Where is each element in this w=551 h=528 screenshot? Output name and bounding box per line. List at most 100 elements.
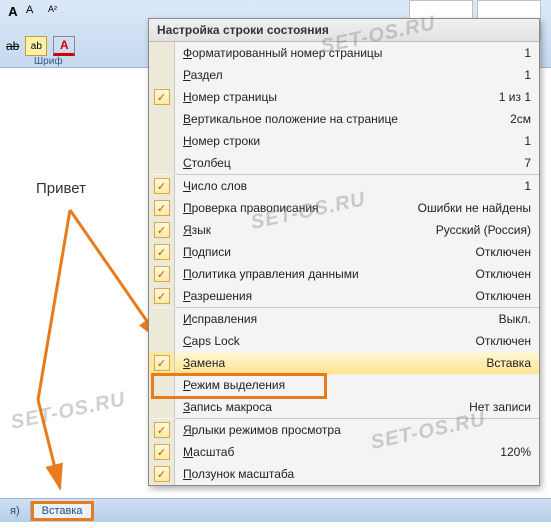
menu-title: Настройка строки состояния bbox=[149, 19, 539, 42]
menu-item[interactable]: ✓ Политика управления данными Отключен bbox=[149, 263, 539, 285]
menu-item-gutter: ✓ bbox=[149, 86, 175, 108]
ribbon-top-icons: A A A² bbox=[4, 4, 66, 22]
menu-item[interactable]: ✓ Ярлыки режимов просмотра bbox=[149, 419, 539, 441]
superscript-icon[interactable]: A² bbox=[48, 4, 66, 22]
menu-item[interactable]: ✓ Замена Вставка bbox=[149, 352, 539, 374]
menu-item-gutter: ✓ bbox=[149, 175, 175, 197]
menu-item-gutter bbox=[149, 130, 175, 152]
menu-item-value: Вставка bbox=[486, 356, 539, 370]
menu-item-gutter bbox=[149, 330, 175, 352]
menu-item-label: Исправления bbox=[175, 312, 257, 326]
menu-item[interactable]: ✓ Подписи Отключен bbox=[149, 241, 539, 263]
menu-item-value: Нет записи bbox=[469, 400, 539, 414]
menu-item-label: Разрешения bbox=[175, 289, 252, 303]
check-icon: ✓ bbox=[154, 222, 170, 238]
strike-icon[interactable]: ab bbox=[6, 39, 19, 53]
menu-item[interactable]: Запись макросаНет записи bbox=[149, 396, 539, 418]
font-group-label: Шриф bbox=[34, 56, 63, 67]
menu-item-label: Масштаб bbox=[175, 445, 234, 459]
menu-item-gutter bbox=[149, 374, 175, 396]
menu-item[interactable]: ✓ Ползунок масштаба bbox=[149, 463, 539, 485]
check-icon: ✓ bbox=[154, 266, 170, 282]
menu-item[interactable]: Номер строки 1 bbox=[149, 130, 539, 152]
menu-item-label: Форматированный номер страницы bbox=[175, 46, 382, 60]
menu-item-gutter: ✓ bbox=[149, 219, 175, 241]
font-color-button[interactable]: A bbox=[53, 36, 75, 56]
ribbon-second-row: ab ab A bbox=[6, 36, 75, 56]
menu-item-label: Проверка правописания bbox=[175, 201, 319, 215]
menu-item[interactable]: ✓ Число слов 1 bbox=[149, 175, 539, 197]
check-icon: ✓ bbox=[154, 444, 170, 460]
menu-item[interactable]: Вертикальное положение на странице 2см bbox=[149, 108, 539, 130]
check-icon: ✓ bbox=[154, 244, 170, 260]
document-text: Привет bbox=[36, 180, 86, 197]
status-bar: я) Вставка bbox=[0, 498, 551, 522]
menu-item-value: Отключен bbox=[475, 245, 539, 259]
menu-item-label: Столбец bbox=[175, 156, 231, 170]
menu-body: Форматированный номер страницы 1 Раздел 1 ✓ Н… bbox=[149, 42, 539, 485]
menu-item-label: Политика управления данными bbox=[175, 267, 359, 281]
statusbar-config-menu: Настройка строки состояния Форматированн… bbox=[148, 18, 540, 486]
menu-item-value: Ошибки не найдены bbox=[418, 201, 539, 215]
menu-item-label: Caps Lock bbox=[175, 334, 240, 348]
menu-item-label: Номер строки bbox=[175, 134, 260, 148]
menu-item-gutter bbox=[149, 308, 175, 330]
menu-item-gutter: ✓ bbox=[149, 241, 175, 263]
menu-item-value: 1 bbox=[524, 179, 539, 193]
menu-item-value: Выкл. bbox=[499, 312, 539, 326]
menu-item-gutter: ✓ bbox=[149, 263, 175, 285]
check-icon: ✓ bbox=[154, 466, 170, 482]
check-icon: ✓ bbox=[154, 200, 170, 216]
menu-item-gutter: ✓ bbox=[149, 197, 175, 219]
menu-item[interactable]: Исправления Выкл. bbox=[149, 308, 539, 330]
menu-item-gutter bbox=[149, 396, 175, 418]
menu-item[interactable]: Столбец 7 bbox=[149, 152, 539, 174]
menu-item-value: 1 из 1 bbox=[499, 90, 539, 104]
menu-item-label: Ярлыки режимов просмотра bbox=[175, 423, 341, 437]
check-icon: ✓ bbox=[154, 355, 170, 371]
status-language[interactable]: я) bbox=[0, 501, 31, 521]
menu-item-gutter bbox=[149, 108, 175, 130]
menu-item-value: 2см bbox=[510, 112, 539, 126]
check-icon: ✓ bbox=[154, 288, 170, 304]
menu-item-label: Раздел bbox=[175, 68, 223, 82]
font-grow-icon[interactable]: A bbox=[26, 4, 44, 22]
status-insert-mode[interactable]: Вставка bbox=[31, 501, 94, 521]
menu-item-value: 1 bbox=[524, 68, 539, 82]
menu-item-gutter bbox=[149, 42, 175, 64]
menu-item-value: Отключен bbox=[475, 289, 539, 303]
menu-item[interactable]: Раздел 1 bbox=[149, 64, 539, 86]
menu-item-label: Замена bbox=[175, 356, 225, 370]
menu-item-label: Число слов bbox=[175, 179, 247, 193]
bold-icon[interactable]: A bbox=[4, 4, 22, 22]
highlight-button[interactable]: ab bbox=[25, 36, 47, 56]
menu-item-value: 7 bbox=[524, 156, 539, 170]
check-icon: ✓ bbox=[154, 89, 170, 105]
menu-item-value: 1 bbox=[524, 46, 539, 60]
menu-item-gutter: ✓ bbox=[149, 441, 175, 463]
menu-item[interactable]: ✓ Разрешения Отключен bbox=[149, 285, 539, 307]
menu-item-label: Язык bbox=[175, 223, 211, 237]
check-icon: ✓ bbox=[154, 178, 170, 194]
menu-item[interactable]: ✓Масштаб120% bbox=[149, 441, 539, 463]
menu-item-value: Отключен bbox=[475, 334, 539, 348]
menu-item[interactable]: ✓ Язык Русский (Россия) bbox=[149, 219, 539, 241]
menu-item[interactable]: Форматированный номер страницы 1 bbox=[149, 42, 539, 64]
menu-item-label: Вертикальное положение на странице bbox=[175, 112, 398, 126]
menu-item[interactable]: ✓ Проверка правописания Ошибки не найдены bbox=[149, 197, 539, 219]
menu-item-value: Русский (Россия) bbox=[436, 223, 539, 237]
menu-item-gutter: ✓ bbox=[149, 352, 175, 374]
menu-item[interactable]: Режим выделения bbox=[149, 374, 539, 396]
menu-item-value: 1 bbox=[524, 134, 539, 148]
menu-item-value: Отключен bbox=[475, 267, 539, 281]
menu-item-label: Подписи bbox=[175, 245, 231, 259]
menu-item-label: Ползунок масштаба bbox=[175, 467, 294, 481]
menu-item[interactable]: Caps Lock Отключен bbox=[149, 330, 539, 352]
menu-item-gutter: ✓ bbox=[149, 419, 175, 441]
menu-item-gutter: ✓ bbox=[149, 285, 175, 307]
menu-item-label: Режим выделения bbox=[175, 378, 285, 392]
menu-item-label: Номер страницы bbox=[175, 90, 277, 104]
check-icon: ✓ bbox=[154, 422, 170, 438]
menu-item-gutter bbox=[149, 64, 175, 86]
menu-item[interactable]: ✓ Номер страницы 1 из 1 bbox=[149, 86, 539, 108]
